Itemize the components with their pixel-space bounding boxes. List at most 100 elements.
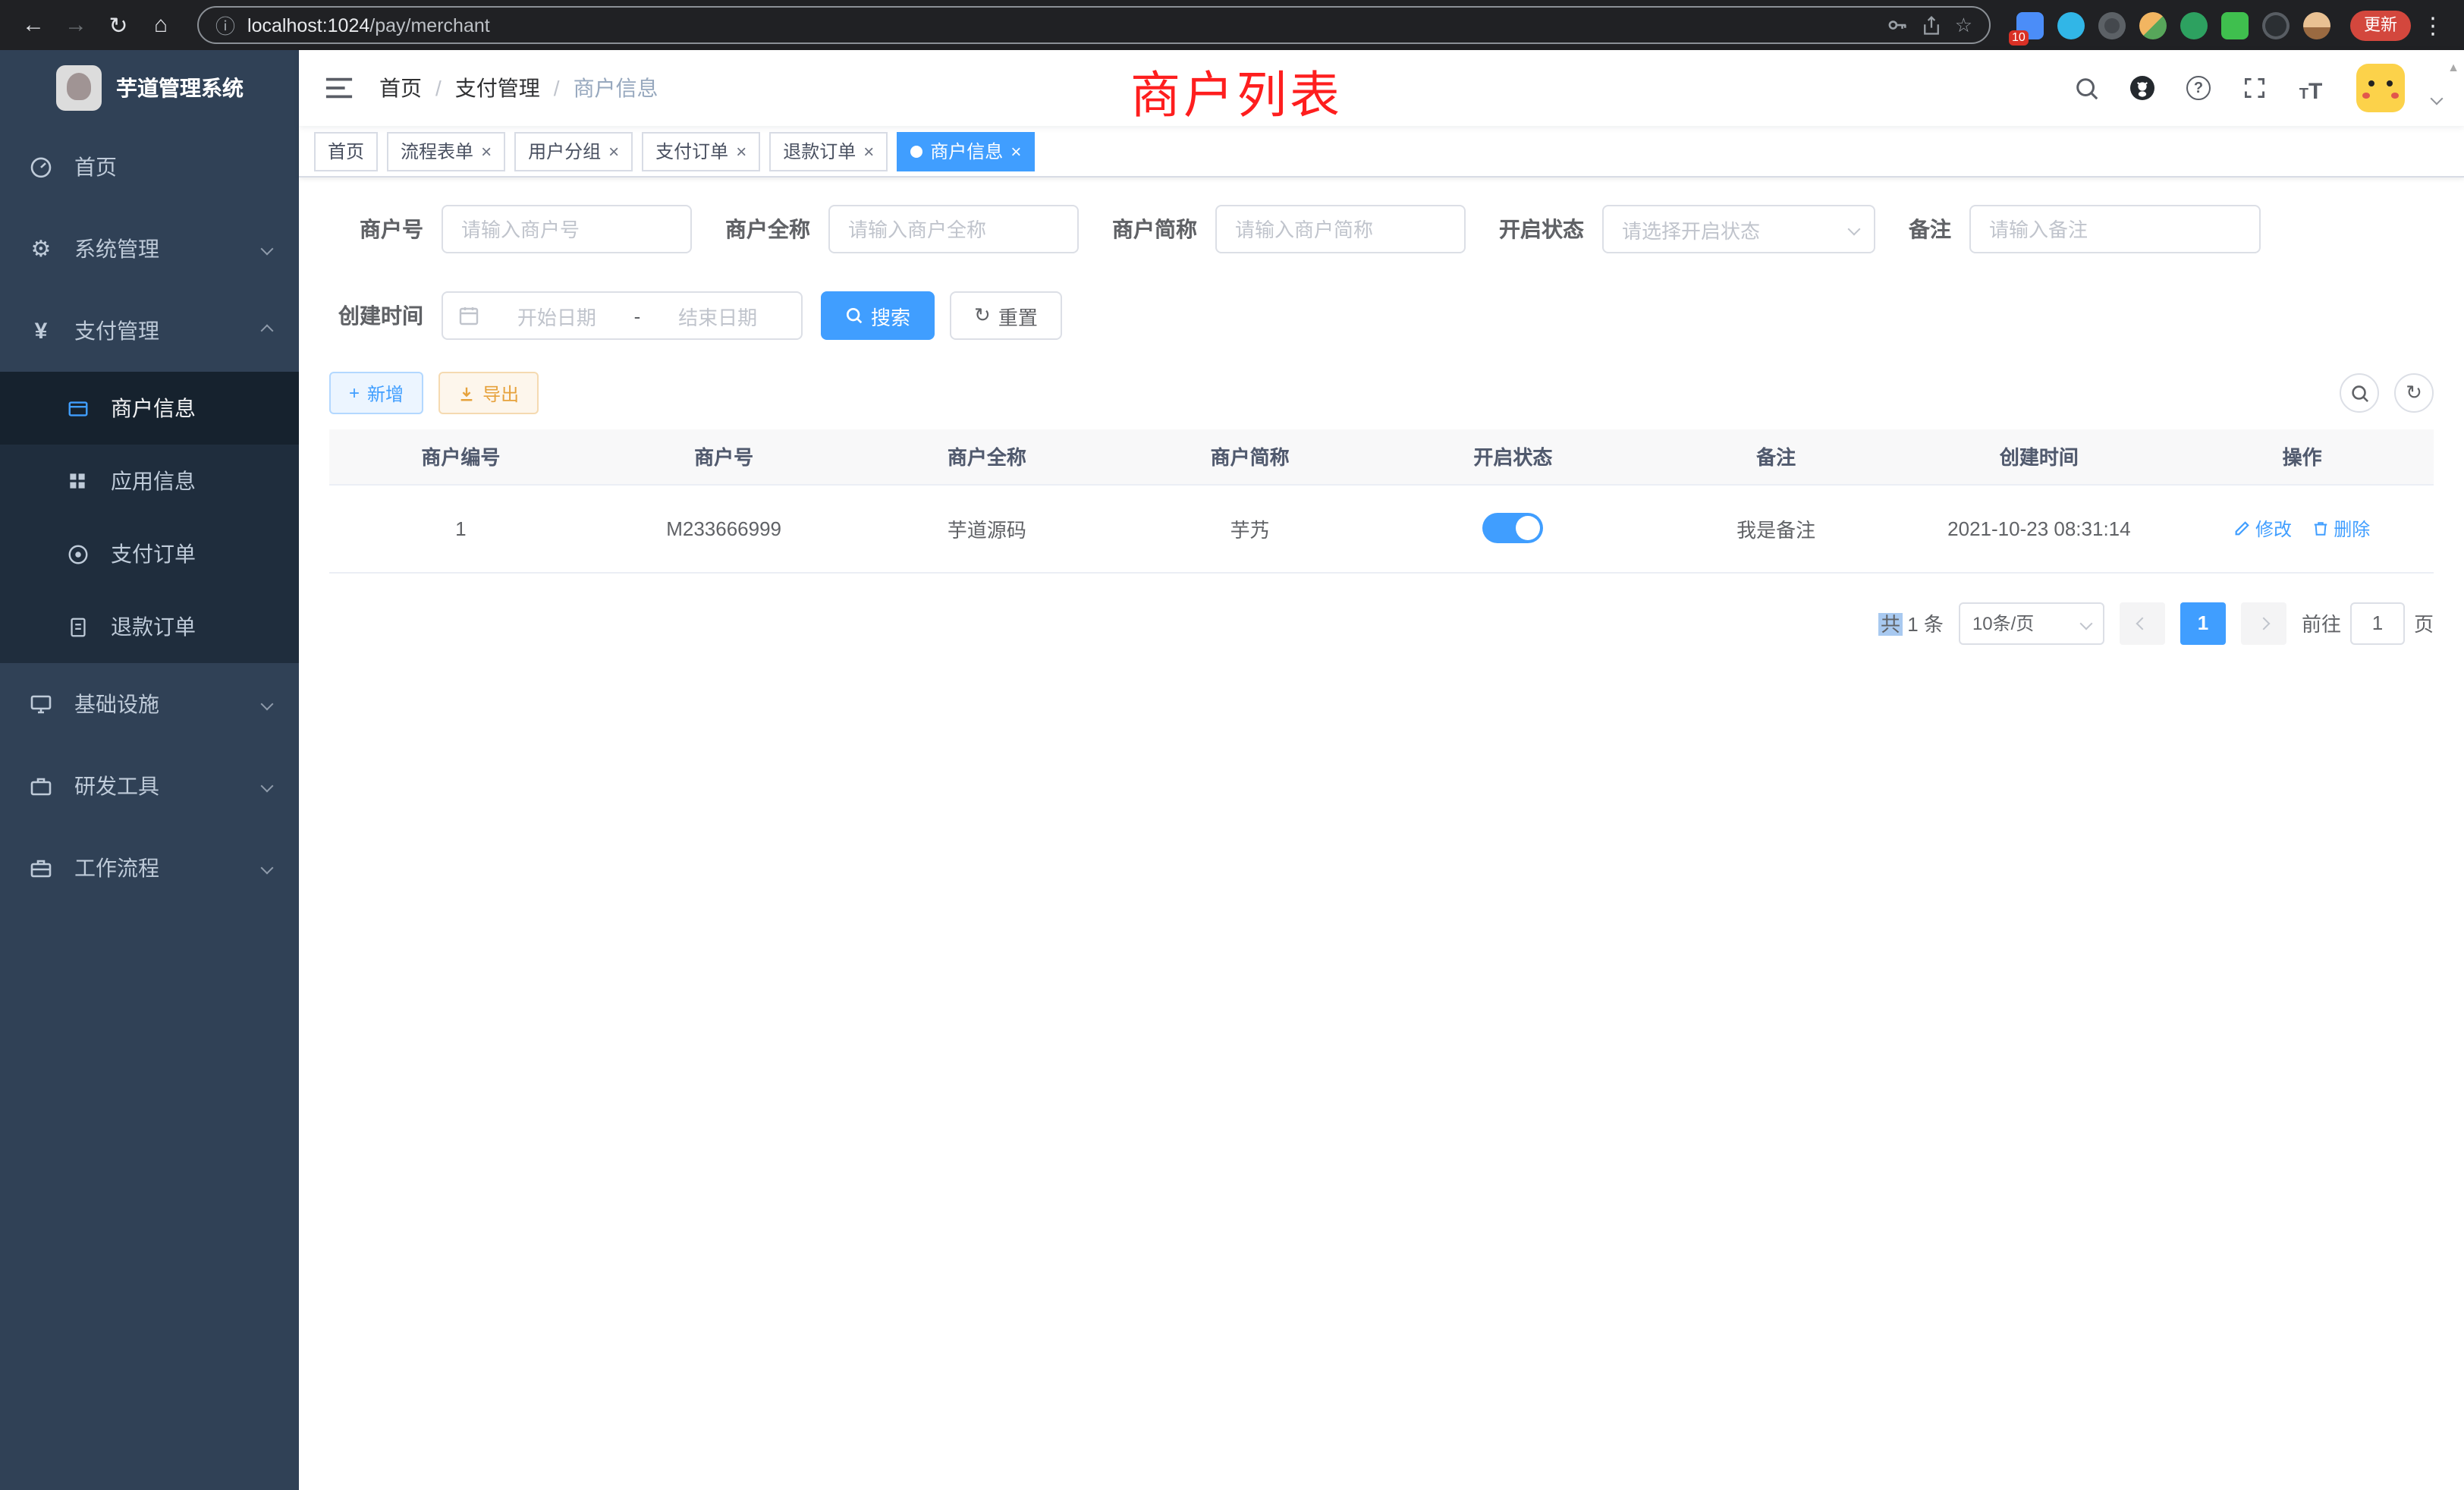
password-key-icon[interactable] bbox=[1887, 14, 1909, 36]
browser-menu-icon[interactable]: ⋮ bbox=[2422, 11, 2444, 39]
table-header-row: 商户编号 商户号 商户全称 商户简称 开启状态 备注 创建时间 操作 bbox=[329, 429, 2434, 484]
help-icon[interactable]: ? bbox=[2183, 73, 2214, 103]
delete-link[interactable]: 删除 bbox=[2312, 515, 2370, 541]
sidebar-item-system[interactable]: ⚙ 系统管理 bbox=[0, 208, 299, 290]
create-time-range-picker[interactable]: 开始日期 - 结束日期 bbox=[442, 291, 803, 340]
scrollbar-up-arrow[interactable]: ▲ bbox=[2447, 61, 2459, 74]
page-size-select[interactable]: 10条/页 bbox=[1959, 602, 2104, 644]
font-size-icon[interactable]: TT bbox=[2296, 73, 2326, 103]
tab-label: 流程表单 bbox=[401, 138, 473, 164]
close-icon[interactable]: × bbox=[481, 142, 492, 160]
extension-icon[interactable] bbox=[2262, 11, 2290, 39]
sidebar-item-workflow[interactable]: 工作流程 bbox=[0, 827, 299, 909]
share-icon[interactable] bbox=[1922, 14, 1943, 36]
pagination-total: 共 1 条 bbox=[1879, 608, 1944, 637]
grid-icon bbox=[64, 467, 91, 495]
extension-icon[interactable]: 10 bbox=[2016, 11, 2044, 39]
sidebar-subitem-refund-order[interactable]: 退款订单 bbox=[0, 590, 299, 663]
extension-icon[interactable] bbox=[2180, 11, 2208, 39]
url-bar[interactable]: ⓘ localhost:1024/pay/merchant ☆ bbox=[197, 6, 1991, 44]
monitor-icon bbox=[27, 690, 55, 718]
hamburger-icon[interactable] bbox=[322, 71, 355, 105]
tab-pay-order[interactable]: 支付订单 × bbox=[642, 131, 760, 171]
chevron-right-icon bbox=[2257, 617, 2270, 630]
status-select[interactable]: 请选择开启状态 bbox=[1602, 205, 1875, 253]
export-button-label: 导出 bbox=[482, 380, 519, 406]
tab-refund-order[interactable]: 退款订单 × bbox=[769, 131, 888, 171]
extension-icon[interactable] bbox=[2303, 11, 2330, 39]
chevron-down-icon bbox=[2079, 617, 2092, 630]
sidebar-item-home[interactable]: 首页 bbox=[0, 126, 299, 208]
page-size-value: 10条/页 bbox=[1972, 610, 2034, 636]
close-icon[interactable]: × bbox=[736, 142, 746, 160]
extension-icon[interactable] bbox=[2221, 11, 2249, 39]
extension-icon[interactable] bbox=[2057, 11, 2085, 39]
tab-user-group[interactable]: 用户分组 × bbox=[514, 131, 633, 171]
pagination-total-rest: 1 条 bbox=[1902, 613, 1944, 636]
remark-input[interactable] bbox=[1969, 205, 2261, 253]
avatar-eye bbox=[2368, 80, 2374, 86]
browser-home-icon[interactable]: ⌂ bbox=[143, 7, 179, 43]
add-button[interactable]: + 新增 bbox=[329, 372, 423, 414]
status-toggle[interactable] bbox=[1482, 513, 1543, 543]
refresh-table-icon[interactable]: ↻ bbox=[2394, 373, 2434, 413]
sidebar-item-payment[interactable]: ¥ 支付管理 bbox=[0, 290, 299, 372]
goto-page-input[interactable] bbox=[2350, 602, 2405, 644]
sidebar-item-infrastructure[interactable]: 基础设施 bbox=[0, 663, 299, 745]
breadcrumb-home[interactable]: 首页 bbox=[379, 73, 422, 103]
toggle-search-icon[interactable] bbox=[2340, 373, 2379, 413]
cell-full-name: 芋道源码 bbox=[856, 484, 1119, 572]
close-icon[interactable]: × bbox=[1010, 142, 1021, 160]
browser-reload-icon[interactable]: ↻ bbox=[100, 7, 137, 43]
github-icon[interactable] bbox=[2127, 73, 2158, 103]
sidebar-subitem-app-info[interactable]: 应用信息 bbox=[0, 445, 299, 517]
table-header-cell: 创建时间 bbox=[1908, 429, 2171, 484]
tab-merchant-info[interactable]: 商户信息 × bbox=[897, 131, 1035, 171]
prev-page-button[interactable] bbox=[2120, 602, 2165, 644]
tab-home[interactable]: 首页 bbox=[314, 131, 378, 171]
avatar-caret-icon[interactable] bbox=[2431, 93, 2444, 105]
browser-back-icon[interactable]: ← bbox=[15, 7, 52, 43]
cell-short-name: 芋艿 bbox=[1118, 484, 1381, 572]
edit-pencil-icon bbox=[2234, 520, 2251, 536]
extension-icon[interactable] bbox=[2098, 11, 2126, 39]
breadcrumb-payment[interactable]: 支付管理 bbox=[455, 73, 540, 103]
edit-link[interactable]: 修改 bbox=[2234, 515, 2292, 541]
close-icon[interactable]: × bbox=[608, 142, 619, 160]
close-icon[interactable]: × bbox=[863, 142, 874, 160]
chevron-up-icon bbox=[261, 325, 274, 338]
active-tab-dot bbox=[910, 145, 922, 157]
merchant-no-input[interactable] bbox=[442, 205, 692, 253]
search-icon[interactable] bbox=[2071, 73, 2101, 103]
extension-icon[interactable] bbox=[2139, 11, 2167, 39]
bookmark-star-icon[interactable]: ☆ bbox=[1955, 13, 1972, 37]
sidebar-item-label: 首页 bbox=[74, 152, 117, 182]
user-avatar[interactable] bbox=[2356, 64, 2405, 112]
page-number-button[interactable]: 1 bbox=[2180, 602, 2226, 644]
avatar-cheek bbox=[2391, 93, 2399, 99]
sidebar-item-dev-tools[interactable]: 研发工具 bbox=[0, 745, 299, 827]
next-page-button[interactable] bbox=[2241, 602, 2286, 644]
sidebar-item-label: 工作流程 bbox=[74, 853, 159, 883]
app-frame: 芋道管理系统 首页 ⚙ 系统管理 ¥ 支付管理 bbox=[0, 50, 2464, 1490]
sidebar-item-label: 支付管理 bbox=[74, 316, 159, 346]
site-info-icon[interactable]: ⓘ bbox=[215, 11, 235, 39]
sidebar-subitem-pay-order[interactable]: 支付订单 bbox=[0, 517, 299, 590]
export-button[interactable]: 导出 bbox=[438, 372, 539, 414]
search-button[interactable]: 搜索 bbox=[821, 291, 935, 340]
app-title: 芋道管理系统 bbox=[116, 73, 244, 103]
reset-button[interactable]: ↻ 重置 bbox=[950, 291, 1062, 340]
sidebar-subitem-merchant-info[interactable]: 商户信息 bbox=[0, 372, 299, 445]
merchant-name-input[interactable] bbox=[828, 205, 1079, 253]
browser-forward-icon[interactable]: → bbox=[58, 7, 94, 43]
merchant-short-input[interactable] bbox=[1215, 205, 1466, 253]
tab-process-form[interactable]: 流程表单 × bbox=[387, 131, 505, 171]
chrome-update-button[interactable]: 更新 bbox=[2350, 10, 2411, 40]
app-logo[interactable]: 芋道管理系统 bbox=[0, 50, 299, 126]
page-content: 商户号 商户全称 商户简称 开启状态 请选择开启状态 bbox=[299, 178, 2464, 1490]
filter-row-1: 商户号 商户全称 商户简称 开启状态 请选择开启状态 bbox=[329, 205, 2434, 253]
fullscreen-icon[interactable] bbox=[2239, 73, 2270, 103]
cell-create-time: 2021-10-23 08:31:14 bbox=[1908, 484, 2171, 572]
avatar-cheek bbox=[2362, 93, 2370, 99]
plus-icon: + bbox=[349, 382, 360, 404]
